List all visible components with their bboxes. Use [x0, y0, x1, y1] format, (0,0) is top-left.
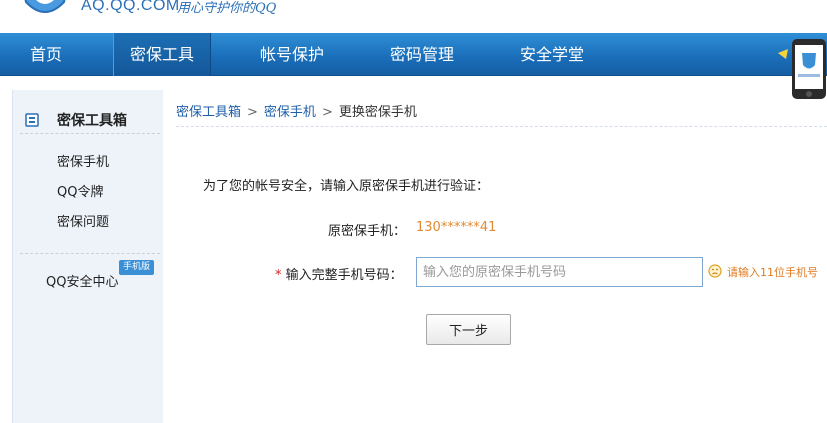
sidebar-title: 密保工具箱	[57, 113, 127, 129]
phone-input-label: * 输入完整手机号码：	[275, 264, 403, 283]
breadcrumb-separator: >	[321, 105, 333, 120]
breadcrumb-current: 更换密保手机	[338, 105, 417, 120]
breadcrumb-security-phone[interactable]: 密保手机	[264, 105, 316, 120]
main-nav: 首页 密保工具 帐号保护 密码管理 安全学堂	[0, 33, 827, 99]
mobile-version-badge[interactable]: 手机版	[119, 260, 154, 275]
nav-item-security-school[interactable]: 安全学堂	[503, 33, 601, 76]
phone-input-hint: 请输入11位手机号	[727, 266, 818, 279]
breadcrumb-separator: >	[247, 105, 258, 120]
breadcrumb: 密保工具箱 > 密保手机 > 更换密保手机	[176, 101, 417, 120]
sidebar: 密保工具箱 密保手机 QQ令牌 密保问题 QQ安全中心 手机版	[12, 90, 163, 423]
sidebar-item-qq-token[interactable]: QQ令牌	[57, 181, 103, 200]
nav-item-password-management[interactable]: 密码管理	[373, 33, 471, 76]
sidebar-item-security-phone[interactable]: 密保手机	[57, 151, 109, 170]
original-phone-value: 130******41	[416, 220, 497, 235]
nav-item-home[interactable]: 首页	[0, 33, 92, 76]
site-domain[interactable]: AQ.QQ.COM	[81, 0, 180, 15]
sidebar-item-security-question[interactable]: 密保问题	[57, 211, 109, 230]
required-star: *	[275, 268, 282, 283]
sidebar-divider	[20, 253, 160, 254]
verification-intro: 为了您的帐号安全，请输入原密保手机进行验证：	[203, 179, 490, 194]
shield-logo-icon[interactable]	[18, 0, 72, 22]
phone-input-label-text: 输入完整手机号码：	[285, 268, 403, 283]
nav-item-security-tools[interactable]: 密保工具	[113, 33, 211, 76]
site-slogan: 用心守护你的QQ	[177, 1, 277, 16]
breadcrumb-toolbox[interactable]: 密保工具箱	[176, 105, 241, 120]
next-step-button[interactable]: 下一步	[426, 314, 511, 345]
site-header: AQ.QQ.COM 用心守护你的QQ	[0, 0, 827, 33]
breadcrumb-divider	[176, 126, 827, 127]
original-phone-label: 原密保手机：	[328, 224, 407, 239]
sidebar-item-security-center[interactable]: QQ安全中心	[46, 271, 118, 290]
phone-number-input[interactable]	[416, 257, 703, 287]
toolbox-icon	[25, 113, 39, 127]
qq-security-phone-icon[interactable]	[778, 39, 827, 101]
sad-face-warning-icon	[708, 264, 722, 278]
nav-item-account-protection[interactable]: 帐号保护	[243, 33, 341, 76]
